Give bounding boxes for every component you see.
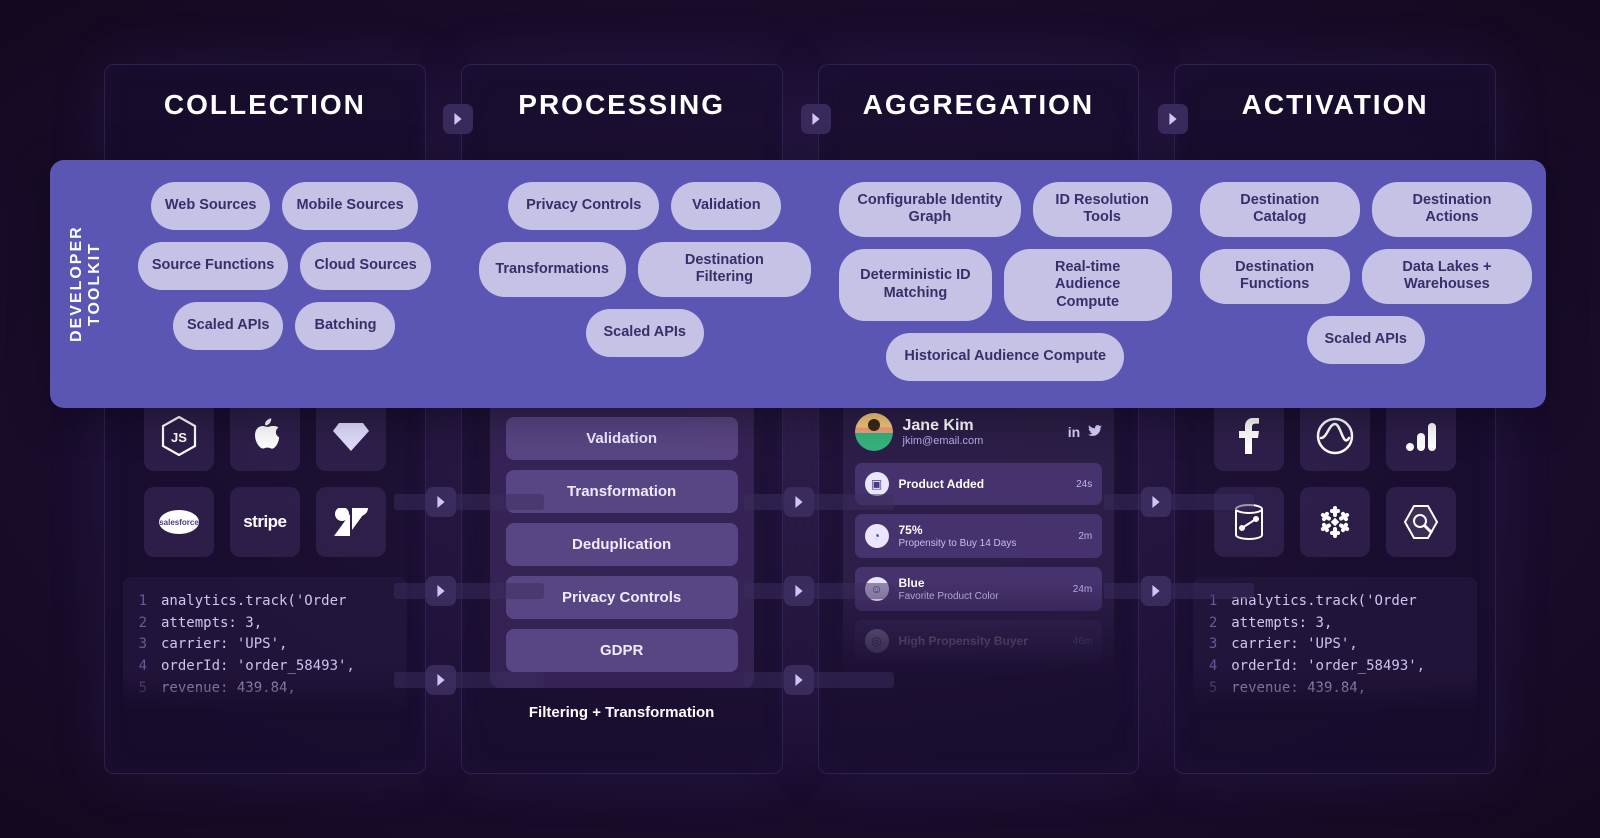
pill: Historical Audience Compute <box>886 333 1124 381</box>
activation-icon-grid <box>1193 401 1477 557</box>
svg-text:JS: JS <box>171 430 187 445</box>
pill: Transformations <box>479 242 626 297</box>
pill: Privacy Controls <box>508 182 659 230</box>
profile-email: jkim@email.com <box>903 435 984 447</box>
developer-toolkit-panel: DEVELOPER TOOLKIT Web SourcesMobile Sour… <box>50 160 1546 408</box>
bigquery-icon <box>1386 487 1456 557</box>
column-title: PROCESSING <box>480 89 764 121</box>
pill: Destination Functions <box>1200 249 1350 304</box>
pill: Destination Catalog <box>1200 182 1361 237</box>
processing-step: Validation <box>506 417 738 460</box>
arrow-icon <box>784 487 814 517</box>
event-row: ◎ High Propensity Buyer 46m <box>855 620 1103 662</box>
apple-icon <box>230 401 300 471</box>
arrow-icon <box>1141 487 1171 517</box>
code-snippet: 1analytics.track('Order 2attempts: 3, 3c… <box>123 577 407 713</box>
column-title: AGGREGATION <box>837 89 1121 121</box>
pill: Validation <box>671 182 781 230</box>
pill: Cloud Sources <box>300 242 430 290</box>
pill: ID Resolution Tools <box>1033 182 1172 237</box>
svg-text:salesforce: salesforce <box>159 518 199 527</box>
salesforce-icon: salesforce <box>144 487 214 557</box>
pill: Scaled APIs <box>1307 316 1425 364</box>
nodejs-icon: JS <box>144 401 214 471</box>
processing-step: Deduplication <box>506 523 738 566</box>
arrow-icon <box>426 487 456 517</box>
pill: Configurable Identity Graph <box>839 182 1021 237</box>
analytics-icon <box>1386 401 1456 471</box>
arrow-icon <box>801 104 831 134</box>
avatar-icon <box>855 413 893 451</box>
profile-card: Jane Kim jkim@email.com in ▣ Product Add… <box>843 401 1115 679</box>
toolkit-processing: Privacy ControlsValidation Transformatio… <box>479 182 812 386</box>
column-title: COLLECTION <box>123 89 407 121</box>
toolkit-activation: Destination CatalogDestination Actions D… <box>1200 182 1533 386</box>
processing-step: GDPR <box>506 629 738 672</box>
processing-card: Validation Transformation Deduplication … <box>490 401 754 688</box>
event-row: ◔ 75%Propensity to Buy 14 Days 2m <box>855 514 1103 558</box>
column-title: ACTIVATION <box>1193 89 1477 121</box>
twitter-icon <box>1088 424 1102 440</box>
amplitude-icon <box>1300 401 1370 471</box>
arrow-icon <box>1141 576 1171 606</box>
pill: Data Lakes + Warehouses <box>1362 249 1532 304</box>
toolkit-collection: Web SourcesMobile Sources Source Functio… <box>118 182 451 386</box>
pill: Destination Filtering <box>638 242 811 297</box>
pill: Scaled APIs <box>173 302 283 350</box>
facebook-icon <box>1214 401 1284 471</box>
toolkit-label: DEVELOPER TOOLKIT <box>64 182 108 386</box>
stripe-icon: stripe <box>230 487 300 557</box>
target-icon: ◎ <box>865 629 889 653</box>
pill: Batching <box>295 302 395 350</box>
toolkit-aggregation: Configurable Identity GraphID Resolution… <box>839 182 1172 386</box>
arrow-icon <box>784 576 814 606</box>
gauge-icon: ◔ <box>865 524 889 548</box>
briefcase-icon: ▣ <box>865 472 889 496</box>
arrow-icon <box>426 665 456 695</box>
pill: Source Functions <box>138 242 288 290</box>
arrow-icon <box>784 665 814 695</box>
pill: Deterministic ID Matching <box>839 249 992 321</box>
collection-icon-grid: JS salesforce stripe <box>123 401 407 557</box>
pill: Scaled APIs <box>586 309 704 357</box>
profile-name: Jane Kim <box>903 417 984 435</box>
pill: Destination Actions <box>1372 182 1532 237</box>
diamond-icon <box>316 401 386 471</box>
arrow-icon <box>443 104 473 134</box>
pill: Web Sources <box>151 182 271 230</box>
processing-caption: Filtering + Transformation <box>480 704 764 721</box>
pill: Real-time Audience Compute <box>1004 249 1172 321</box>
arrow-icon <box>426 576 456 606</box>
pill: Mobile Sources <box>282 182 417 230</box>
arrow-icon <box>1158 104 1188 134</box>
snowflake-icon <box>1300 487 1370 557</box>
linkedin-icon: in <box>1068 424 1080 440</box>
zendesk-icon <box>316 487 386 557</box>
